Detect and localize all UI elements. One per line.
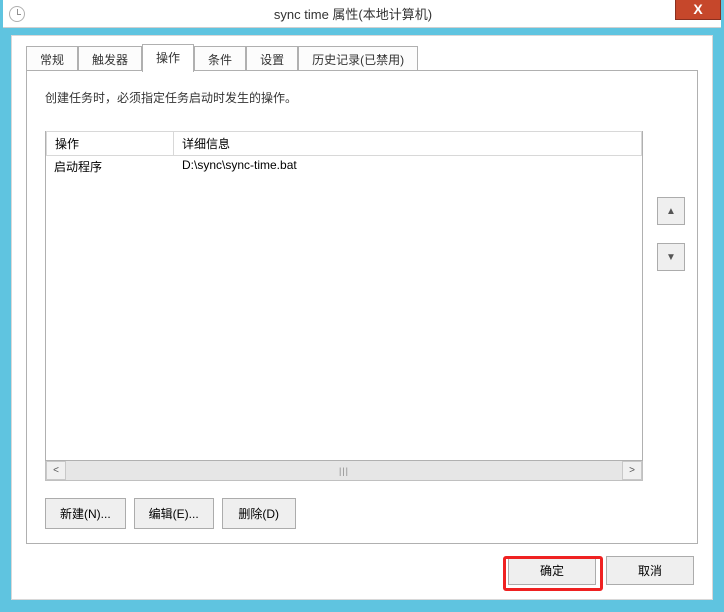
move-up-button[interactable]: ▲: [657, 197, 685, 225]
actions-list[interactable]: 操作 详细信息 启动程序 D:\sync\sync-time.bat: [45, 131, 643, 461]
action-buttons: 新建(N)... 编辑(E)... 删除(D): [45, 498, 296, 529]
scroll-grip-icon: |||: [339, 466, 349, 476]
scroll-track[interactable]: |||: [66, 461, 622, 480]
cell-action: 启动程序: [46, 156, 174, 177]
tab-settings[interactable]: 设置: [246, 46, 298, 72]
panel-description: 创建任务时，必须指定任务启动时发生的操作。: [45, 89, 697, 106]
tab-conditions[interactable]: 条件: [194, 46, 246, 72]
client-area: 常规 触发器 操作 条件 设置 历史记录(已禁用) 创建任务时，必须指定任务启动…: [11, 35, 713, 600]
horizontal-scrollbar[interactable]: < ||| >: [45, 461, 643, 481]
cell-detail: D:\sync\sync-time.bat: [174, 156, 642, 177]
window-title: sync time 属性(本地计算机): [25, 4, 681, 23]
edit-button[interactable]: 编辑(E)...: [134, 498, 214, 529]
tab-panel-actions: 创建任务时，必须指定任务启动时发生的操作。 操作 详细信息 启动程序 D:\sy…: [26, 70, 698, 544]
actions-list-area: 操作 详细信息 启动程序 D:\sync\sync-time.bat < |||…: [45, 131, 643, 481]
tab-triggers[interactable]: 触发器: [78, 46, 142, 72]
tab-actions[interactable]: 操作: [142, 44, 194, 72]
list-header: 操作 详细信息: [46, 131, 642, 156]
tab-general[interactable]: 常规: [26, 46, 78, 72]
dialog-buttons: 确定 取消: [508, 556, 694, 585]
tab-history[interactable]: 历史记录(已禁用): [298, 46, 418, 72]
reorder-buttons: ▲ ▼: [657, 197, 685, 289]
properties-dialog: sync time 属性(本地计算机) X 常规 触发器 操作 条件 设置 历史…: [3, 0, 721, 608]
column-header-detail[interactable]: 详细信息: [174, 131, 642, 156]
delete-button[interactable]: 删除(D): [222, 498, 296, 529]
cancel-button[interactable]: 取消: [606, 556, 694, 585]
scroll-left-button[interactable]: <: [46, 461, 66, 480]
new-button[interactable]: 新建(N)...: [45, 498, 126, 529]
clock-icon: [9, 6, 25, 22]
titlebar: sync time 属性(本地计算机) X: [3, 0, 721, 28]
column-header-action[interactable]: 操作: [46, 131, 174, 156]
move-down-button[interactable]: ▼: [657, 243, 685, 271]
ok-button[interactable]: 确定: [508, 556, 596, 585]
close-button[interactable]: X: [675, 0, 721, 20]
scroll-right-button[interactable]: >: [622, 461, 642, 480]
tabstrip: 常规 触发器 操作 条件 设置 历史记录(已禁用): [26, 46, 712, 72]
list-row[interactable]: 启动程序 D:\sync\sync-time.bat: [46, 156, 642, 177]
